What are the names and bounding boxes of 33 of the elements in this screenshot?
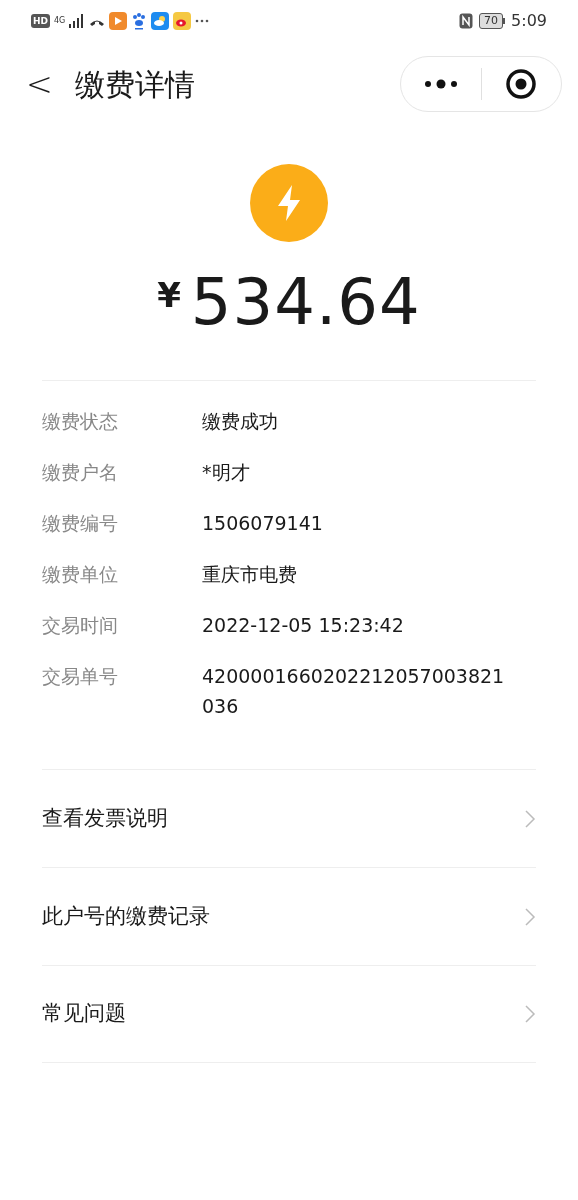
currency-symbol: ¥ bbox=[157, 278, 181, 312]
detail-label: 缴费编号 bbox=[42, 511, 119, 535]
menu-item[interactable]: 此户号的缴费记录 bbox=[42, 867, 536, 965]
detail-label: 交易单号 bbox=[42, 664, 119, 688]
paw-icon bbox=[131, 12, 148, 30]
payment-amount: 534.64 bbox=[190, 270, 421, 334]
detail-label: 缴费状态 bbox=[42, 409, 119, 433]
app-icon bbox=[109, 12, 128, 30]
chevron-right-icon bbox=[524, 808, 536, 829]
lightning-icon bbox=[250, 164, 328, 242]
weather-icon bbox=[151, 12, 170, 30]
page-title: 缴费详情 bbox=[75, 65, 195, 104]
menu-item[interactable]: 常见问题 bbox=[42, 965, 536, 1063]
detail-label: 缴费户名 bbox=[42, 460, 119, 484]
battery-icon: 70 bbox=[479, 13, 506, 29]
clock: 5:09 bbox=[511, 10, 547, 32]
detail-value: 2022-12-05 15:23:42 bbox=[202, 613, 405, 638]
detail-label: 缴费单位 bbox=[42, 562, 119, 586]
detail-value: 重庆市电费 bbox=[202, 562, 298, 587]
detail-value: 缴费成功 bbox=[202, 409, 279, 434]
chevron-right-icon bbox=[524, 1004, 536, 1024]
network-type: 4G bbox=[54, 17, 66, 25]
nfc-icon bbox=[459, 13, 474, 29]
detail-value: 4200001660202212057003821036 bbox=[202, 664, 506, 719]
detail-label: 交易时间 bbox=[42, 613, 119, 637]
back-button[interactable]: < bbox=[26, 68, 52, 100]
more-notifications-icon bbox=[195, 19, 210, 23]
chevron-right-icon bbox=[524, 906, 536, 927]
hd-badge: HD bbox=[31, 14, 50, 28]
detail-value: *明才 bbox=[202, 460, 251, 485]
signal-icon bbox=[69, 14, 86, 28]
menu-item[interactable]: 查看发票说明 bbox=[42, 769, 536, 867]
detail-value: 1506079141 bbox=[202, 511, 324, 536]
